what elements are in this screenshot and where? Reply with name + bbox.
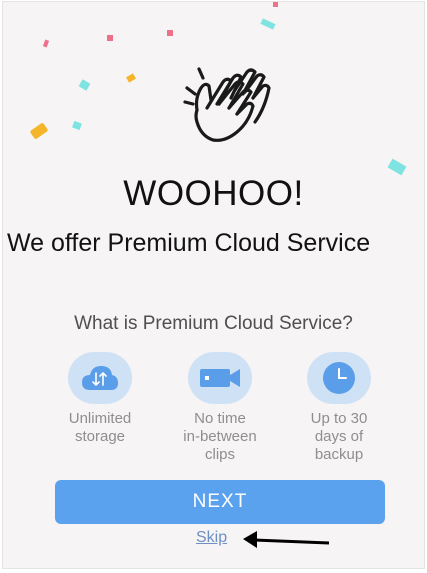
confetti-piece: [42, 39, 50, 48]
confetti-piece: [107, 35, 113, 41]
confetti-piece: [387, 158, 407, 176]
confetti-piece: [78, 79, 91, 91]
feature-unlimited-storage: Unlimited storage: [41, 352, 159, 446]
confetti-piece: [167, 30, 173, 36]
clock-icon: [323, 362, 355, 394]
premium-question: What is Premium Cloud Service?: [74, 313, 353, 334]
feature-backup-duration: Up to 30 days of backup: [280, 352, 398, 464]
feature-icon-circle: [68, 352, 132, 404]
clapping-hands-icon: [183, 67, 271, 142]
next-button[interactable]: NEXT: [55, 480, 385, 524]
feature-label: No time in-between clips: [183, 410, 257, 463]
confetti-piece: [29, 122, 49, 140]
cloud-sync-icon: [82, 366, 118, 390]
pointer-arrow-icon: [243, 531, 330, 548]
feature-icon-circle: [188, 352, 252, 404]
feature-no-time-between-clips: No time in-between clips: [161, 352, 279, 464]
feature-label: Up to 30 days of backup: [310, 410, 368, 463]
feature-icon-circle: [307, 352, 371, 404]
confetti-piece: [260, 18, 276, 30]
confetti-piece: [273, 2, 278, 7]
premium-offer-screen: WOOHOO! We offer Premium Cloud Service W…: [3, 2, 424, 568]
video-camera-icon: [200, 369, 240, 387]
feature-label: Unlimited storage: [68, 410, 132, 445]
skip-link[interactable]: Skip: [196, 529, 227, 547]
celebration-headline: WOOHOO!: [123, 174, 304, 213]
confetti-piece: [72, 120, 82, 131]
confetti-piece: [126, 73, 136, 83]
offer-title: We offer Premium Cloud Service: [7, 229, 371, 257]
